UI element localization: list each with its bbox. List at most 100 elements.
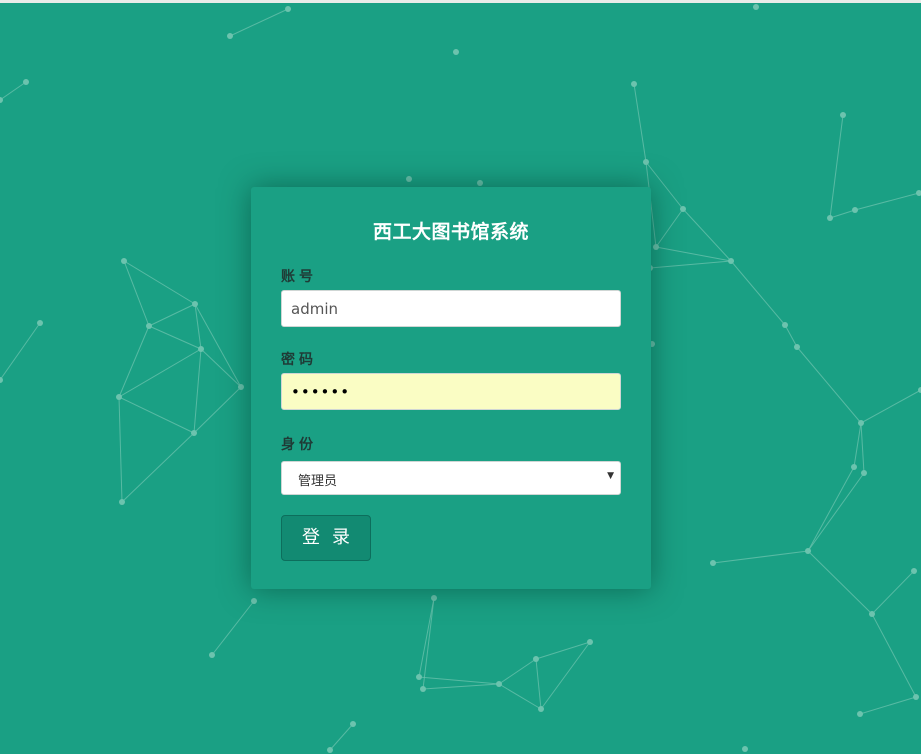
network-node bbox=[146, 323, 152, 329]
network-link bbox=[829, 209, 856, 219]
network-node bbox=[710, 560, 716, 566]
network-link bbox=[498, 658, 537, 685]
network-link bbox=[123, 260, 150, 327]
network-node bbox=[805, 548, 811, 554]
network-link bbox=[807, 550, 873, 615]
network-link bbox=[796, 346, 862, 424]
network-node bbox=[0, 377, 3, 383]
network-link bbox=[193, 386, 242, 434]
network-link bbox=[422, 597, 435, 690]
role-label: 身份 bbox=[281, 437, 317, 453]
network-link bbox=[649, 260, 732, 269]
network-link bbox=[121, 432, 195, 503]
network-node bbox=[116, 394, 122, 400]
network-node bbox=[858, 420, 864, 426]
network-link bbox=[418, 597, 435, 678]
network-node bbox=[327, 747, 333, 753]
chevron-down-icon: ▼ bbox=[607, 471, 614, 481]
network-node bbox=[191, 430, 197, 436]
network-node bbox=[728, 258, 734, 264]
password-label: 密码 bbox=[281, 352, 317, 368]
network-node bbox=[869, 611, 875, 617]
network-node bbox=[431, 595, 437, 601]
network-node bbox=[285, 6, 291, 12]
network-link bbox=[807, 472, 865, 552]
network-node bbox=[192, 301, 198, 307]
network-link bbox=[871, 570, 915, 615]
username-input[interactable] bbox=[281, 290, 621, 327]
network-link bbox=[655, 208, 684, 248]
network-node bbox=[420, 686, 426, 692]
network-node bbox=[209, 652, 215, 658]
network-node bbox=[238, 384, 244, 390]
network-node bbox=[643, 159, 649, 165]
network-link bbox=[633, 83, 647, 163]
network-link bbox=[200, 348, 242, 388]
network-node bbox=[913, 694, 919, 700]
network-node bbox=[653, 244, 659, 250]
network-node bbox=[119, 499, 125, 505]
network-link bbox=[860, 389, 921, 424]
network-node bbox=[538, 706, 544, 712]
login-button[interactable]: 登录 bbox=[281, 515, 371, 561]
password-input[interactable] bbox=[281, 373, 621, 410]
network-node bbox=[852, 207, 858, 213]
role-select-value: 管理员 bbox=[298, 474, 338, 489]
network-link bbox=[730, 260, 786, 326]
network-link bbox=[535, 658, 542, 710]
network-link bbox=[193, 348, 202, 434]
network-link bbox=[194, 303, 202, 350]
network-link bbox=[422, 683, 500, 690]
network-link bbox=[329, 723, 354, 751]
network-node bbox=[827, 215, 833, 221]
role-select[interactable]: 管理员 ▼ bbox=[281, 461, 621, 495]
network-link bbox=[0, 322, 41, 381]
network-node bbox=[23, 79, 29, 85]
network-node bbox=[453, 49, 459, 55]
username-label: 账号 bbox=[281, 269, 317, 285]
network-node bbox=[477, 180, 483, 186]
network-link bbox=[859, 696, 917, 715]
network-node bbox=[753, 4, 759, 10]
network-node bbox=[251, 598, 257, 604]
login-card: 西工大图书馆系统 账号 密码 身份 管理员 ▼ 登录 bbox=[251, 187, 651, 589]
network-node bbox=[840, 112, 846, 118]
network-link bbox=[645, 161, 684, 210]
network-node bbox=[782, 322, 788, 328]
network-link bbox=[118, 396, 195, 434]
network-node bbox=[911, 568, 917, 574]
network-node bbox=[794, 344, 800, 350]
network-node bbox=[851, 464, 857, 470]
network-node bbox=[857, 711, 863, 717]
network-link bbox=[807, 466, 855, 552]
network-link bbox=[498, 683, 542, 710]
network-link bbox=[194, 303, 242, 388]
network-node bbox=[587, 639, 593, 645]
network-node bbox=[916, 190, 921, 196]
network-node bbox=[406, 176, 412, 182]
network-node bbox=[680, 206, 686, 212]
network-link bbox=[229, 8, 289, 37]
network-node bbox=[861, 470, 867, 476]
network-link bbox=[829, 114, 844, 219]
network-node bbox=[742, 746, 748, 752]
network-link bbox=[0, 81, 27, 101]
network-node bbox=[631, 81, 637, 87]
network-node bbox=[121, 258, 127, 264]
network-link bbox=[853, 422, 862, 468]
network-link bbox=[148, 325, 202, 350]
network-node bbox=[198, 346, 204, 352]
network-link bbox=[418, 676, 500, 685]
network-link bbox=[540, 641, 591, 710]
network-link bbox=[854, 192, 920, 211]
network-link bbox=[871, 613, 917, 698]
network-link bbox=[535, 641, 591, 660]
network-link bbox=[118, 348, 202, 398]
network-link bbox=[211, 600, 255, 656]
network-node bbox=[496, 681, 502, 687]
network-link bbox=[784, 324, 798, 348]
network-node bbox=[37, 320, 43, 326]
network-node bbox=[350, 721, 356, 727]
network-link bbox=[118, 396, 123, 503]
network-node bbox=[416, 674, 422, 680]
